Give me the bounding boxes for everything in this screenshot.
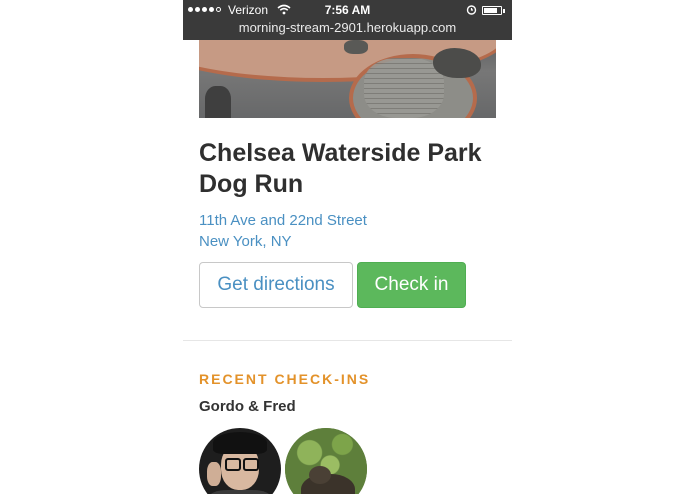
avatar[interactable]: [199, 428, 281, 494]
photo-cobblestone: [364, 58, 444, 118]
alarm-icon: [466, 4, 477, 18]
photo-rock: [433, 48, 481, 78]
park-photo: [199, 40, 496, 118]
check-in-button[interactable]: Check in: [357, 262, 466, 308]
checkin-names: Gordo & Fred: [199, 398, 296, 415]
mobile-browser-viewport: Verizon 7:56 AM morning-stream-2901.hero…: [183, 0, 512, 494]
address-line-1[interactable]: 11th Ave and 22nd Street: [199, 210, 367, 231]
avatar-hand: [207, 462, 221, 486]
address-bar-url[interactable]: morning-stream-2901.herokuapp.com: [183, 20, 512, 35]
battery-tip: [503, 9, 505, 13]
park-title: Chelsea Waterside Park Dog Run: [199, 139, 482, 198]
status-bar: Verizon 7:56 AM morning-stream-2901.hero…: [183, 0, 512, 40]
avatar-shirt: [209, 490, 271, 494]
avatar-hair: [213, 432, 267, 454]
status-time: 7:56 AM: [324, 3, 371, 17]
battery-icon: [482, 6, 502, 15]
glasses-icon: [243, 458, 259, 471]
battery-fill: [484, 8, 497, 13]
avatar[interactable]: [285, 428, 367, 494]
photo-hydrant: [205, 86, 231, 118]
recent-checkins-heading: RECENT CHECK-INS: [199, 371, 371, 387]
get-directions-button[interactable]: Get directions: [199, 262, 353, 308]
photo-rock: [344, 40, 368, 54]
park-address[interactable]: 11th Ave and 22nd Street New York, NY: [199, 210, 367, 252]
status-row: Verizon 7:56 AM: [183, 3, 512, 19]
address-line-2[interactable]: New York, NY: [199, 231, 367, 252]
avatar-dog-head: [309, 466, 331, 484]
glasses-icon: [225, 458, 241, 471]
section-divider: [183, 340, 512, 341]
